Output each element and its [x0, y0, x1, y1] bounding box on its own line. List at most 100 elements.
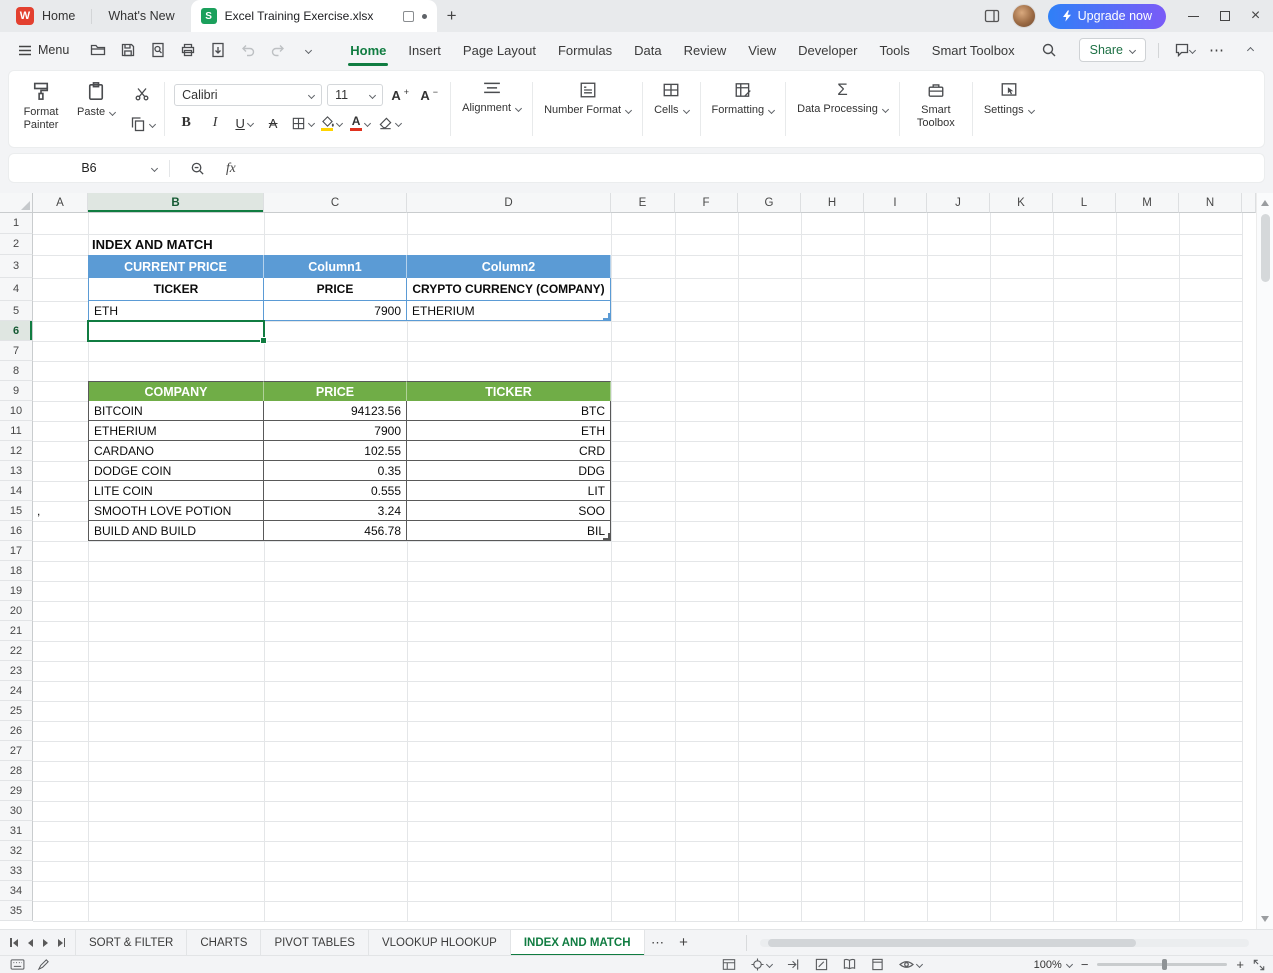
share-button[interactable]: Share [1078, 38, 1146, 62]
tab-preview-icon[interactable] [402, 10, 414, 22]
cell-C11[interactable]: 7900 [264, 421, 407, 441]
sheet-tab-index-and-match[interactable]: INDEX AND MATCH [510, 929, 645, 956]
cell-B14[interactable]: LITE COIN [88, 481, 264, 501]
cell-D16[interactable]: BIL [407, 521, 611, 541]
scroll-up-arrow-icon[interactable] [1261, 200, 1269, 206]
row-header-23[interactable]: 23 [0, 661, 33, 681]
column-header-J[interactable]: J [927, 193, 990, 213]
smart-toolbox-button[interactable]: Smart Toolbox [903, 74, 969, 144]
ribbon-tab-developer[interactable]: Developer [787, 32, 868, 68]
row-header-30[interactable]: 30 [0, 801, 33, 821]
cell-D4[interactable]: CRYPTO CURRENCY (COMPANY) [407, 278, 611, 301]
column-header-E[interactable]: E [611, 193, 675, 213]
column-header-H[interactable]: H [801, 193, 864, 213]
cell-A15[interactable]: , [33, 501, 88, 521]
home-tab[interactable]: W Home [0, 0, 91, 32]
font-color-button[interactable]: A [348, 112, 372, 134]
cell-B9[interactable]: COMPANY [88, 381, 264, 401]
font-size-select[interactable]: 11 [327, 84, 384, 106]
vertical-scrollbar[interactable] [1256, 193, 1273, 929]
ribbon-tab-home[interactable]: Home [339, 32, 397, 68]
zoom-formula-button[interactable] [184, 155, 210, 181]
document-tab[interactable]: S Excel Training Exercise.xlsx [190, 0, 437, 32]
add-sheet-button[interactable]: + [671, 934, 697, 951]
minimize-button[interactable] [1178, 0, 1209, 32]
cell-D9[interactable]: TICKER [407, 381, 611, 401]
bold-button[interactable]: B [174, 112, 198, 134]
ribbon-tab-tools[interactable]: Tools [868, 32, 920, 68]
zoom-out-button[interactable]: − [1081, 958, 1089, 971]
row-header-26[interactable]: 26 [0, 721, 33, 741]
ribbon-tab-page-layout[interactable]: Page Layout [452, 32, 547, 68]
row-header-22[interactable]: 22 [0, 641, 33, 661]
row-header-18[interactable]: 18 [0, 561, 33, 581]
normal-view-icon[interactable] [843, 958, 856, 971]
horizontal-scroll-thumb[interactable] [768, 939, 1136, 947]
row-header-3[interactable]: 3 [0, 255, 33, 278]
ribbon-tab-view[interactable]: View [737, 32, 787, 68]
scroll-down-arrow-icon[interactable] [1261, 916, 1269, 922]
row-header-25[interactable]: 25 [0, 701, 33, 721]
settings-button[interactable]: Settings [976, 74, 1042, 144]
cell-B2[interactable]: INDEX AND MATCH [88, 234, 264, 255]
row-header-24[interactable]: 24 [0, 681, 33, 701]
row-header-29[interactable]: 29 [0, 781, 33, 801]
cell-B16[interactable]: BUILD AND BUILD [88, 521, 264, 541]
upgrade-button[interactable]: Upgrade now [1047, 3, 1166, 29]
column-header-B[interactable]: B [88, 193, 264, 213]
sheet-tab-sort-filter[interactable]: SORT & FILTER [75, 929, 188, 956]
maximize-button[interactable] [1209, 0, 1240, 32]
cell-B5[interactable]: ETH [88, 301, 264, 321]
ribbon-tab-review[interactable]: Review [673, 32, 738, 68]
copy-button[interactable] [127, 113, 157, 135]
jump-to-icon[interactable] [787, 958, 800, 971]
fullscreen-button[interactable] [1253, 959, 1265, 971]
quick-access-chevron-icon[interactable] [295, 37, 321, 63]
table-resize-handle[interactable] [603, 533, 610, 540]
page-layout-view-icon[interactable] [871, 958, 884, 971]
sheet-tab-charts[interactable]: CHARTS [187, 929, 262, 956]
handwriting-icon[interactable] [37, 958, 50, 971]
row-header-15[interactable]: 15 [0, 501, 33, 521]
undo-icon[interactable] [235, 37, 261, 63]
row-header-12[interactable]: 12 [0, 441, 33, 461]
row-header-14[interactable]: 14 [0, 481, 33, 501]
cell-D15[interactable]: SOO [407, 501, 611, 521]
zoom-in-button[interactable]: + [1236, 958, 1244, 971]
sheet-edit-icon[interactable] [815, 958, 828, 971]
column-header-G[interactable]: G [738, 193, 801, 213]
cell-C10[interactable]: 94123.56 [264, 401, 407, 421]
row-header-35[interactable]: 35 [0, 901, 33, 921]
new-tab-button[interactable]: + [437, 0, 467, 32]
print-icon[interactable] [175, 37, 201, 63]
sheet-tab-pivot-tables[interactable]: PIVOT TABLES [261, 929, 369, 956]
formatting-button[interactable]: Formatting [704, 74, 783, 144]
row-header-32[interactable]: 32 [0, 841, 33, 861]
increase-font-size-button[interactable]: A + [388, 84, 412, 106]
window-layout-icon[interactable] [984, 8, 1000, 24]
close-button[interactable]: × [1240, 0, 1271, 32]
worksheet-grid[interactable]: A B C D E F G H I J K L M N 1 2 3 4 5 6 7 8 9 10 11 12 13 14 15 16 17 1… [0, 193, 1256, 929]
menu-button[interactable]: Menu [10, 43, 77, 57]
cell-C3[interactable]: Column1 [264, 255, 407, 278]
comments-button[interactable] [1171, 37, 1197, 63]
select-all-corner[interactable] [0, 193, 33, 213]
cell-B10[interactable]: BITCOIN [88, 401, 264, 421]
zoom-slider[interactable] [1097, 959, 1228, 970]
column-header-A[interactable]: A [33, 193, 88, 213]
user-avatar[interactable] [1011, 4, 1036, 28]
selection-target-icon[interactable] [751, 958, 774, 971]
print-preview-icon[interactable] [145, 37, 171, 63]
fx-icon[interactable]: fx [226, 160, 236, 176]
decrease-font-size-button[interactable]: A − [417, 84, 441, 106]
row-header-6[interactable]: 6 [0, 321, 33, 341]
zoom-level[interactable]: 100% [1034, 959, 1073, 971]
cell-D3[interactable]: Column2 [407, 255, 611, 278]
row-header-7[interactable]: 7 [0, 341, 33, 361]
row-header-10[interactable]: 10 [0, 401, 33, 421]
cell-D5[interactable]: ETHERIUM [407, 301, 611, 321]
table-view-icon[interactable] [722, 958, 736, 971]
table-resize-handle[interactable] [603, 313, 610, 320]
ribbon-tab-data[interactable]: Data [623, 32, 672, 68]
italic-button[interactable]: I [203, 112, 227, 134]
